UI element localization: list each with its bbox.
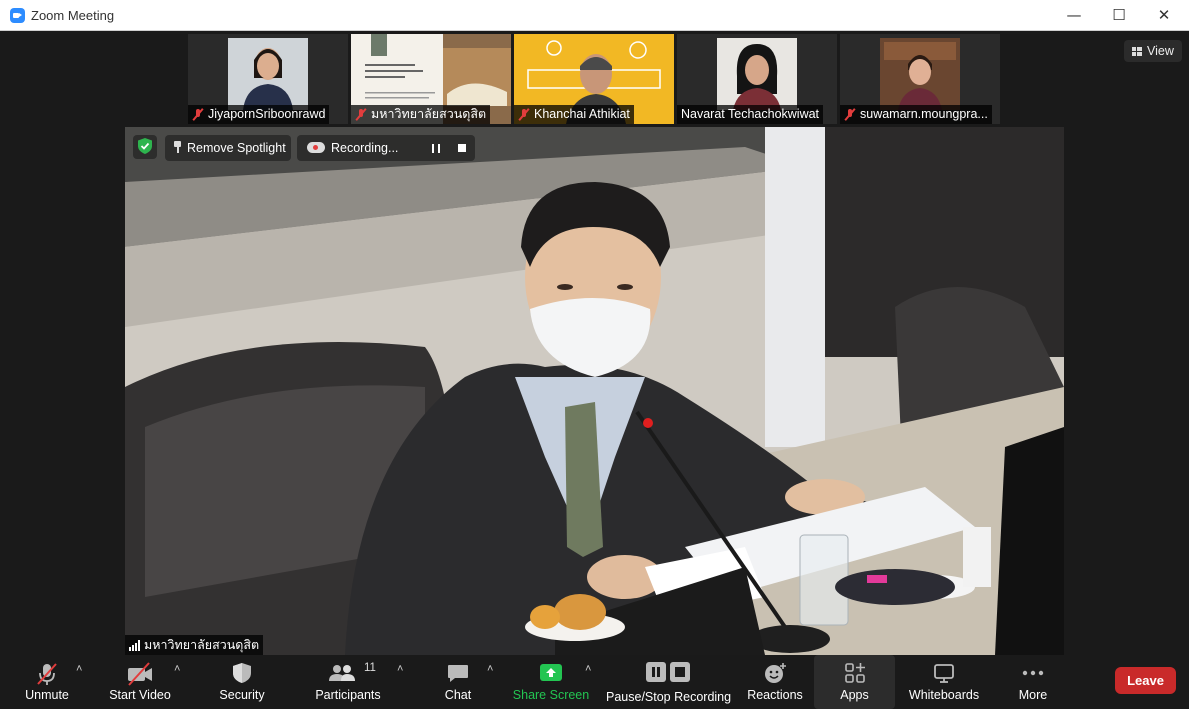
participants-label: Participants — [315, 688, 381, 702]
participant-name: มหาวิทยาลัยสวนดุสิต — [371, 107, 487, 121]
close-button[interactable]: ✕ — [1141, 0, 1187, 31]
pause-stop-icon — [646, 662, 690, 682]
title-bar: Zoom Meeting — ☐ ✕ — [0, 0, 1189, 31]
remove-spotlight-label: Remove Spotlight — [187, 141, 286, 155]
reactions-button[interactable]: Reactions — [744, 655, 806, 709]
unmute-button[interactable]: Unmute — [14, 655, 80, 709]
start-video-label: Start Video — [109, 688, 171, 702]
participant-tile[interactable]: Khanchai Athikiat — [514, 34, 674, 124]
minimize-button[interactable]: — — [1051, 0, 1097, 31]
view-button[interactable]: View — [1124, 40, 1182, 62]
more-dots-icon — [1022, 670, 1044, 676]
participants-icon — [329, 665, 355, 681]
pin-icon — [173, 141, 182, 153]
participant-tile[interactable]: มหาวิทยาลัยสวนดุสิต — [351, 34, 511, 124]
participants-options-caret-icon[interactable]: ˄ — [397, 663, 403, 675]
participant-name: suwamarn.moungpra... — [860, 107, 988, 121]
apps-grid-icon — [844, 663, 865, 683]
leave-button[interactable]: Leave — [1115, 667, 1176, 694]
chat-label: Chat — [444, 688, 472, 702]
maximize-button[interactable]: ☐ — [1096, 0, 1142, 31]
remove-spotlight-button[interactable]: Remove Spotlight — [165, 135, 291, 161]
grid-view-icon — [1132, 47, 1142, 56]
participants-count-badge: 11 — [364, 662, 376, 674]
participant-tile[interactable]: Navarat Techachokwiwat — [677, 34, 837, 124]
share-screen-label: Share Screen — [512, 688, 590, 702]
muted-mic-icon — [518, 108, 530, 121]
participant-name-label: JiyapornSriboonrawd — [188, 105, 330, 124]
apps-label: Apps — [840, 688, 869, 702]
encryption-shield-icon[interactable] — [133, 135, 157, 159]
video-options-caret-icon[interactable]: ˄ — [174, 663, 180, 675]
participant-tile[interactable]: suwamarn.moungpra... — [840, 34, 1000, 124]
zoom-logo-icon — [10, 8, 25, 23]
participant-name-label: มหาวิทยาลัยสวนดุสิต — [351, 105, 491, 124]
security-shield-icon — [233, 663, 251, 683]
apps-button[interactable]: Apps — [814, 655, 895, 709]
share-options-caret-icon[interactable]: ˄ — [585, 663, 591, 675]
chat-bubble-icon — [448, 665, 468, 682]
meeting-toolbar: Unmute ˄ Start Video ˄ Security 11 Parti… — [0, 655, 1189, 709]
zoom-meeting-window: Zoom Meeting — ☐ ✕ JiyapornSriboonrawd ม… — [0, 0, 1189, 709]
participants-button[interactable]: 11 Participants — [312, 655, 384, 709]
spotlight-video: Remove Spotlight Recording... มหาวิทยาลั… — [125, 127, 1064, 655]
muted-mic-icon — [192, 108, 204, 121]
reactions-smiley-icon — [765, 663, 786, 683]
more-label: More — [1018, 688, 1048, 702]
chat-button[interactable]: Chat — [436, 655, 480, 709]
recording-label: Recording... — [331, 141, 399, 155]
participant-name: Khanchai Athikiat — [534, 107, 630, 121]
whiteboard-icon — [934, 664, 954, 683]
participant-tile[interactable]: JiyapornSriboonrawd — [188, 34, 348, 124]
muted-mic-icon — [844, 108, 856, 121]
share-screen-button[interactable]: Share Screen — [512, 655, 590, 709]
security-button[interactable]: Security — [210, 655, 274, 709]
pause-stop-recording-button[interactable]: Pause/Stop Recording — [606, 655, 732, 709]
share-screen-icon — [540, 664, 562, 681]
participant-name: JiyapornSriboonrawd — [208, 107, 326, 121]
participant-name-label: Khanchai Athikiat — [514, 105, 634, 124]
muted-mic-icon — [37, 663, 57, 685]
more-button[interactable]: More — [1010, 655, 1056, 709]
signal-strength-icon — [129, 639, 140, 651]
recording-status: Recording... — [297, 135, 475, 161]
video-off-icon — [128, 662, 152, 686]
whiteboards-button[interactable]: Whiteboards — [906, 655, 982, 709]
stop-recording-icon[interactable] — [458, 144, 466, 152]
pause-recording-icon[interactable] — [432, 144, 440, 153]
chat-options-caret-icon[interactable]: ˄ — [487, 663, 493, 675]
participant-name: Navarat Techachokwiwat — [681, 107, 820, 121]
reactions-label: Reactions — [747, 688, 803, 702]
cloud-recording-icon — [307, 142, 325, 153]
recording-control-label: Pause/Stop Recording — [606, 690, 732, 704]
unmute-label: Unmute — [25, 688, 69, 702]
speaker-video-frame — [125, 127, 1064, 655]
view-label: View — [1147, 44, 1174, 58]
start-video-button[interactable]: Start Video — [104, 655, 176, 709]
participant-name-label: Navarat Techachokwiwat — [677, 105, 824, 124]
window-title: Zoom Meeting — [31, 8, 115, 23]
speaker-name-label: มหาวิทยาลัยสวนดุสิต — [125, 635, 264, 655]
security-label: Security — [219, 688, 265, 702]
audio-options-caret-icon[interactable]: ˄ — [76, 663, 82, 675]
speaker-name: มหาวิทยาลัยสวนดุสิต — [144, 638, 260, 652]
muted-mic-icon — [355, 108, 367, 121]
participant-name-label: suwamarn.moungpra... — [840, 105, 992, 124]
whiteboards-label: Whiteboards — [908, 688, 980, 702]
